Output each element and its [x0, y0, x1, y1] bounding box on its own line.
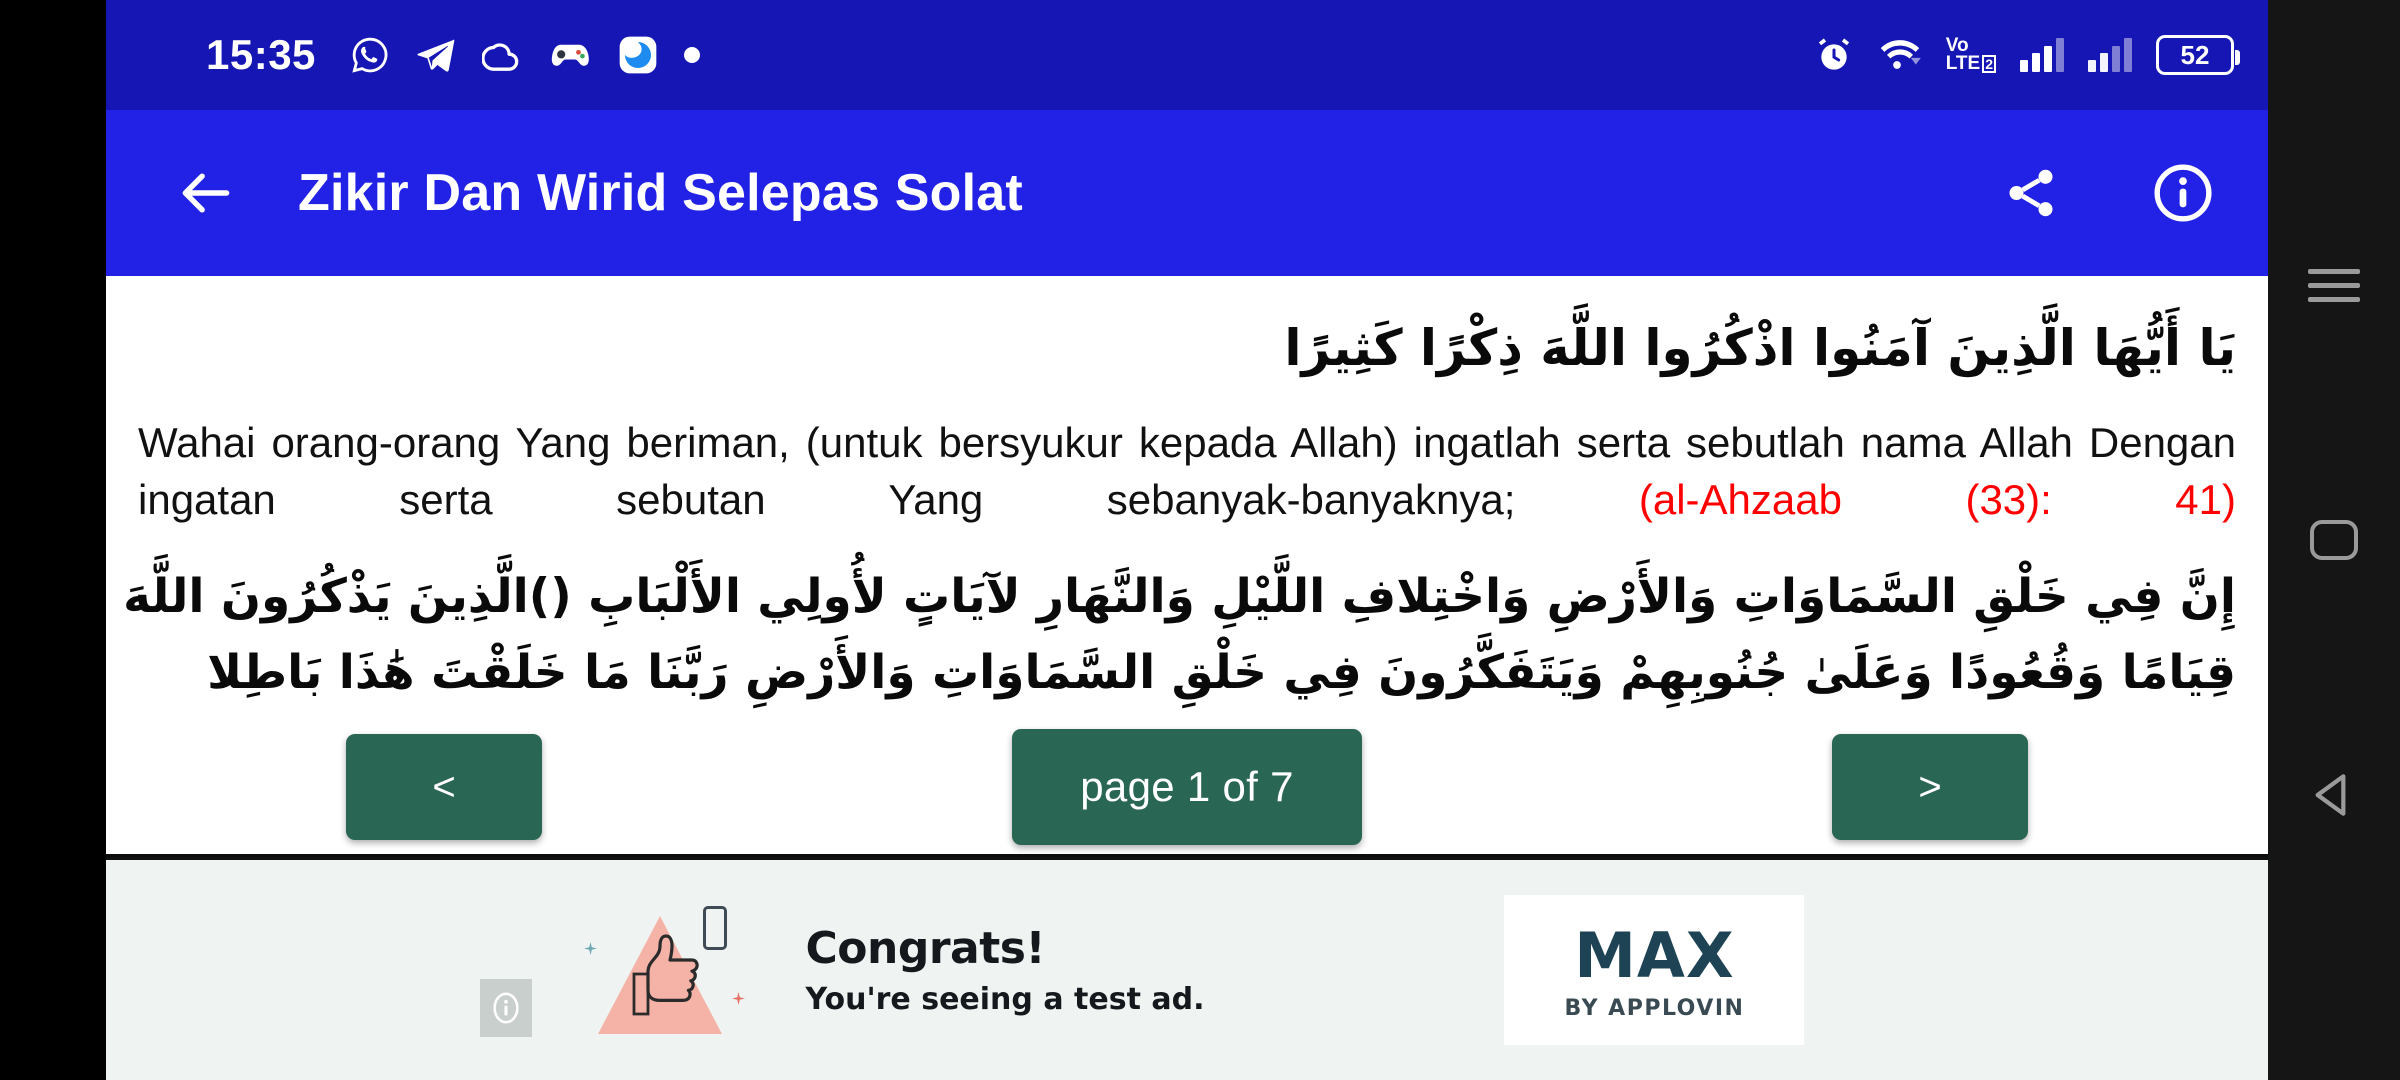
phone-screen: 15:35 Vo LTE 2 52 Zikir Dan Wirid Selepa… — [0, 0, 2400, 1080]
ad-logo-main: MAX — [1574, 919, 1735, 992]
dot-icon — [683, 47, 700, 63]
previous-page-button[interactable]: < — [346, 734, 542, 840]
browser-icon — [619, 36, 657, 74]
alarm-icon — [1818, 38, 1849, 70]
back-button[interactable] — [158, 145, 254, 241]
next-page-button[interactable]: > — [1832, 734, 2028, 840]
verse-citation: (al-Ahzaab (33): 41) — [1638, 476, 2236, 524]
share-button[interactable] — [1992, 154, 2070, 232]
arrow-back-icon — [182, 173, 230, 213]
recents-icon — [2308, 268, 2360, 302]
pagination-bar: < page 1 of 7 > — [106, 720, 2268, 854]
ad-info-glyph — [492, 992, 519, 1024]
battery-icon: 52 — [2156, 35, 2240, 75]
volte-sim-number: 2 — [1982, 54, 1996, 73]
volte-line2: LTE — [1945, 53, 1981, 74]
home-icon — [2310, 520, 2358, 560]
status-bar: 15:35 Vo LTE 2 52 — [106, 0, 2268, 110]
phone-icon — [702, 906, 727, 950]
arabic-verse-3: قِيَامًا وَقُعُودًا وَعَلَىٰ جُنُوبِهِمْ… — [207, 644, 2236, 700]
ad-content: Congrats! You're seeing a test ad. MAX B… — [479, 895, 1805, 1045]
home-button[interactable] — [2299, 505, 2369, 575]
back-nav-button[interactable] — [2299, 760, 2369, 830]
share-icon — [2009, 169, 2053, 217]
wifi-icon — [1880, 40, 1921, 69]
whatsapp-icon — [352, 37, 388, 73]
signal-sim2-icon — [2088, 38, 2132, 72]
translation-paragraph: Wahai orang-orang Yang beriman, (untuk b… — [138, 414, 2236, 530]
cloud-icon — [481, 43, 519, 71]
status-notification-icons — [350, 35, 700, 75]
telegram-icon — [417, 39, 455, 72]
info-button[interactable] — [2144, 154, 2222, 232]
ad-logo-sub: BY APPLOVIN — [1564, 996, 1745, 1021]
sparkle-icon-2 — [731, 992, 745, 1005]
ad-illustration — [570, 900, 760, 1040]
page-title: Zikir Dan Wirid Selepas Solat — [298, 164, 1023, 222]
volte-icon: Vo LTE 2 — [1945, 36, 1996, 74]
ad-copy: Congrats! You're seeing a test ad. — [806, 923, 1205, 1017]
recents-button[interactable] — [2299, 250, 2369, 320]
game-controller-icon — [551, 44, 589, 66]
left-bezel — [0, 0, 106, 1080]
android-nav-bar — [2268, 0, 2400, 1080]
signal-sim1-icon — [2020, 38, 2064, 72]
status-system-icons: Vo LTE 2 52 — [1814, 35, 2240, 75]
arabic-verse-1: يَا أَيُّهَا الَّذِينَ آمَنُوا اذْكُرُوا… — [1284, 319, 2236, 377]
arabic-verse-2: إِنَّ فِي خَلْقِ السَّمَاوَاتِ وَالأَرْض… — [123, 569, 2236, 625]
ad-banner[interactable]: Congrats! You're seeing a test ad. MAX B… — [106, 857, 2268, 1080]
sparkle-icon-1 — [583, 942, 597, 955]
nav-back-icon — [2315, 774, 2346, 816]
ad-logo: MAX BY APPLOVIN — [1504, 895, 1805, 1045]
battery-percent: 52 — [2180, 39, 2210, 70]
status-clock: 15:35 — [206, 31, 316, 78]
page-indicator-button[interactable]: page 1 of 7 — [1012, 729, 1362, 845]
app-bar-actions — [1992, 154, 2222, 232]
app-bar: Zikir Dan Wirid Selepas Solat — [106, 110, 2268, 276]
ad-headline: Congrats! — [805, 923, 1046, 974]
ad-subtext: You're seeing a test ad. — [805, 982, 1205, 1017]
thumbs-up-icon — [632, 934, 699, 1016]
info-icon — [2154, 164, 2212, 222]
ad-info-icon[interactable] — [479, 979, 532, 1037]
